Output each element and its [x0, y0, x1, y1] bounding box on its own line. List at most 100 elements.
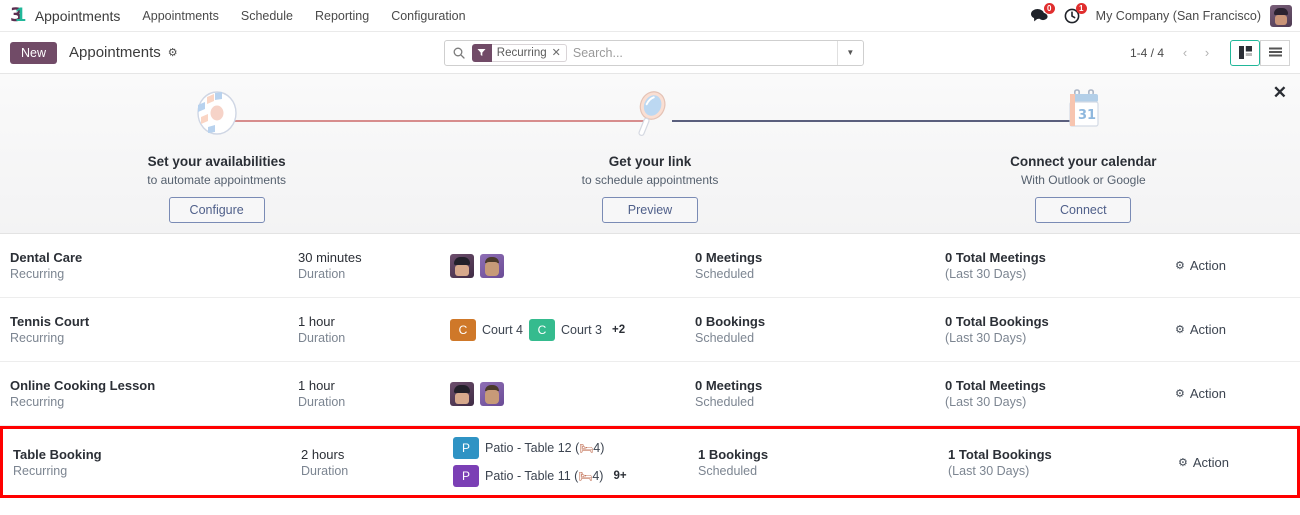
- duration-cell: 1 hour Duration: [298, 314, 450, 345]
- scheduled-value: 0 Bookings: [695, 314, 766, 329]
- configure-button[interactable]: Configure: [168, 197, 265, 223]
- avatar: [480, 381, 504, 406]
- nav-item-appointments[interactable]: Appointments: [142, 9, 218, 23]
- app-logo[interactable]: 3 1: [10, 4, 26, 27]
- action-cell: ⚙ Action: [1175, 322, 1290, 337]
- action-button[interactable]: ⚙ Action: [1175, 258, 1226, 273]
- breadcrumb: Appointments: [69, 44, 161, 61]
- scheduled-value: 0 Meetings: [695, 250, 763, 265]
- scheduled-cell: 0 Bookings Scheduled: [695, 314, 945, 345]
- duration-label: Duration: [301, 463, 349, 478]
- calendar-day-number: 31: [1078, 108, 1096, 123]
- onboarding-step-availabilities: Set your availabilities to automate appo…: [0, 74, 433, 223]
- step-title: Get your link: [608, 154, 692, 169]
- facet-label: Recurring ✕: [491, 43, 567, 62]
- pager-range: 1-4 / 4: [1129, 45, 1164, 60]
- duration-cell: 2 hours Duration: [301, 447, 453, 478]
- activities-button[interactable]: 1: [1064, 2, 1087, 24]
- scheduled-cell: 0 Meetings Scheduled: [695, 250, 945, 281]
- scheduled-value: 0 Meetings: [695, 378, 763, 393]
- duration-cell: 30 minutes Duration: [298, 250, 450, 281]
- scheduled-label: Scheduled: [695, 267, 755, 281]
- scheduled-label: Scheduled: [695, 395, 755, 409]
- pager-next-button[interactable]: ›: [1196, 41, 1218, 65]
- magnifier-illustration: [624, 86, 676, 142]
- appointment-name-cell: Table Booking Recurring: [13, 447, 301, 478]
- new-button[interactable]: New: [10, 41, 58, 64]
- gear-icon[interactable]: ⚙: [168, 46, 178, 59]
- nav-item-configuration[interactable]: Configuration: [391, 9, 465, 23]
- connect-button[interactable]: Connect: [1035, 197, 1132, 223]
- table-row[interactable]: Dental Care Recurring 30 minutes Duratio…: [0, 234, 1300, 298]
- company-switcher[interactable]: My Company (San Francisco): [1096, 9, 1261, 23]
- appointment-type: Recurring: [10, 267, 65, 281]
- duration-value: 30 minutes: [298, 250, 362, 265]
- nav-item-reporting[interactable]: Reporting: [315, 9, 369, 23]
- search-input[interactable]: [572, 45, 837, 60]
- resource-row: P Patio - Table 12 (🛏4): [453, 437, 698, 459]
- gear-icon: ⚙: [1178, 456, 1188, 469]
- gear-icon: ⚙: [1175, 260, 1185, 272]
- action-label: Action: [1189, 322, 1227, 337]
- logo-accent: 1: [15, 5, 26, 26]
- connector-line-right: [672, 120, 1078, 122]
- appointment-title: Table Booking: [13, 446, 102, 462]
- action-label: Action: [1189, 386, 1227, 401]
- duration-label: Duration: [298, 331, 346, 345]
- total-cell: 1 Total Bookings (Last 30 Days): [948, 447, 1178, 478]
- table-row[interactable]: Tennis Court Recurring 1 hour Duration C…: [0, 298, 1300, 362]
- resource-label: Patio - Table 11 (🛏4): [485, 469, 603, 483]
- action-button[interactable]: ⚙ Action: [1178, 455, 1229, 470]
- resource-overflow-badge: 9+: [613, 470, 627, 482]
- action-button[interactable]: ⚙ Action: [1175, 386, 1226, 401]
- action-button[interactable]: ⚙ Action: [1175, 322, 1226, 337]
- avatar-group: [450, 381, 695, 406]
- step-title: Connect your calendar: [1010, 154, 1157, 169]
- resource-chips: C Court 4 C Court 3 +2: [450, 318, 695, 341]
- search-facet-recurring[interactable]: Recurring ✕: [471, 43, 567, 62]
- nav-item-schedule[interactable]: Schedule: [241, 9, 293, 23]
- step-title: Set your availabilities: [147, 154, 286, 169]
- table-row-highlighted[interactable]: Table Booking Recurring 2 hours Duration…: [0, 426, 1300, 498]
- calendar-illustration: 31: [1057, 86, 1109, 142]
- list-view-icon: [1268, 47, 1282, 56]
- appointments-list: Dental Care Recurring 30 minutes Duratio…: [0, 234, 1300, 498]
- search-bar[interactable]: Recurring ✕ ▼: [443, 39, 864, 66]
- total-cell: 0 Total Meetings (Last 30 Days): [945, 378, 1175, 409]
- pager-previous-button[interactable]: ‹: [1174, 41, 1196, 65]
- resource-chip: P: [453, 465, 479, 487]
- appointment-title: Online Cooking Lesson: [10, 378, 156, 393]
- kanban-view-icon: [1238, 46, 1252, 59]
- resource-chip: C: [450, 318, 476, 341]
- messages-button[interactable]: 0: [1030, 3, 1055, 23]
- user-avatar[interactable]: [1270, 4, 1292, 27]
- search-dropdown-toggle[interactable]: ▼: [836, 40, 863, 65]
- duration-value: 1 hour: [298, 378, 335, 393]
- facet-remove-icon[interactable]: ✕: [552, 46, 561, 59]
- top-navbar: 3 1 Appointments Appointments Schedule R…: [0, 0, 1300, 32]
- kanban-view-button[interactable]: [1230, 39, 1260, 66]
- resource-label: Court 3: [561, 322, 602, 337]
- resources-cell: P Patio - Table 12 (🛏4) P Patio - Table …: [453, 437, 698, 487]
- list-view-button[interactable]: [1260, 39, 1290, 66]
- total-value: 0 Total Bookings: [945, 314, 1049, 329]
- resource-label: Patio - Table 12 (🛏4): [485, 441, 604, 455]
- resource-text: Patio - Table 11 (: [485, 469, 579, 483]
- gear-illustration: [189, 86, 245, 142]
- appointment-name-cell: Dental Care Recurring: [10, 250, 298, 281]
- scheduled-label: Scheduled: [698, 463, 758, 478]
- appointment-type: Recurring: [10, 395, 65, 409]
- resource-suffix: ): [600, 441, 605, 455]
- resources-cell: C Court 4 C Court 3 +2: [450, 318, 695, 341]
- table-row[interactable]: Online Cooking Lesson Recurring 1 hour D…: [0, 362, 1300, 426]
- scheduled-cell: 1 Bookings Scheduled: [698, 447, 948, 478]
- preview-button[interactable]: Preview: [601, 197, 698, 223]
- total-cell: 0 Total Bookings (Last 30 Days): [945, 314, 1175, 345]
- total-label: (Last 30 Days): [945, 331, 1027, 345]
- appointment-title: Tennis Court: [10, 314, 90, 329]
- close-icon[interactable]: ✕: [1273, 84, 1287, 101]
- action-cell: ⚙ Action: [1175, 258, 1290, 273]
- resource-text: Patio - Table 12 (: [485, 441, 580, 455]
- action-cell: ⚙ Action: [1178, 455, 1287, 470]
- scheduled-cell: 0 Meetings Scheduled: [695, 378, 945, 409]
